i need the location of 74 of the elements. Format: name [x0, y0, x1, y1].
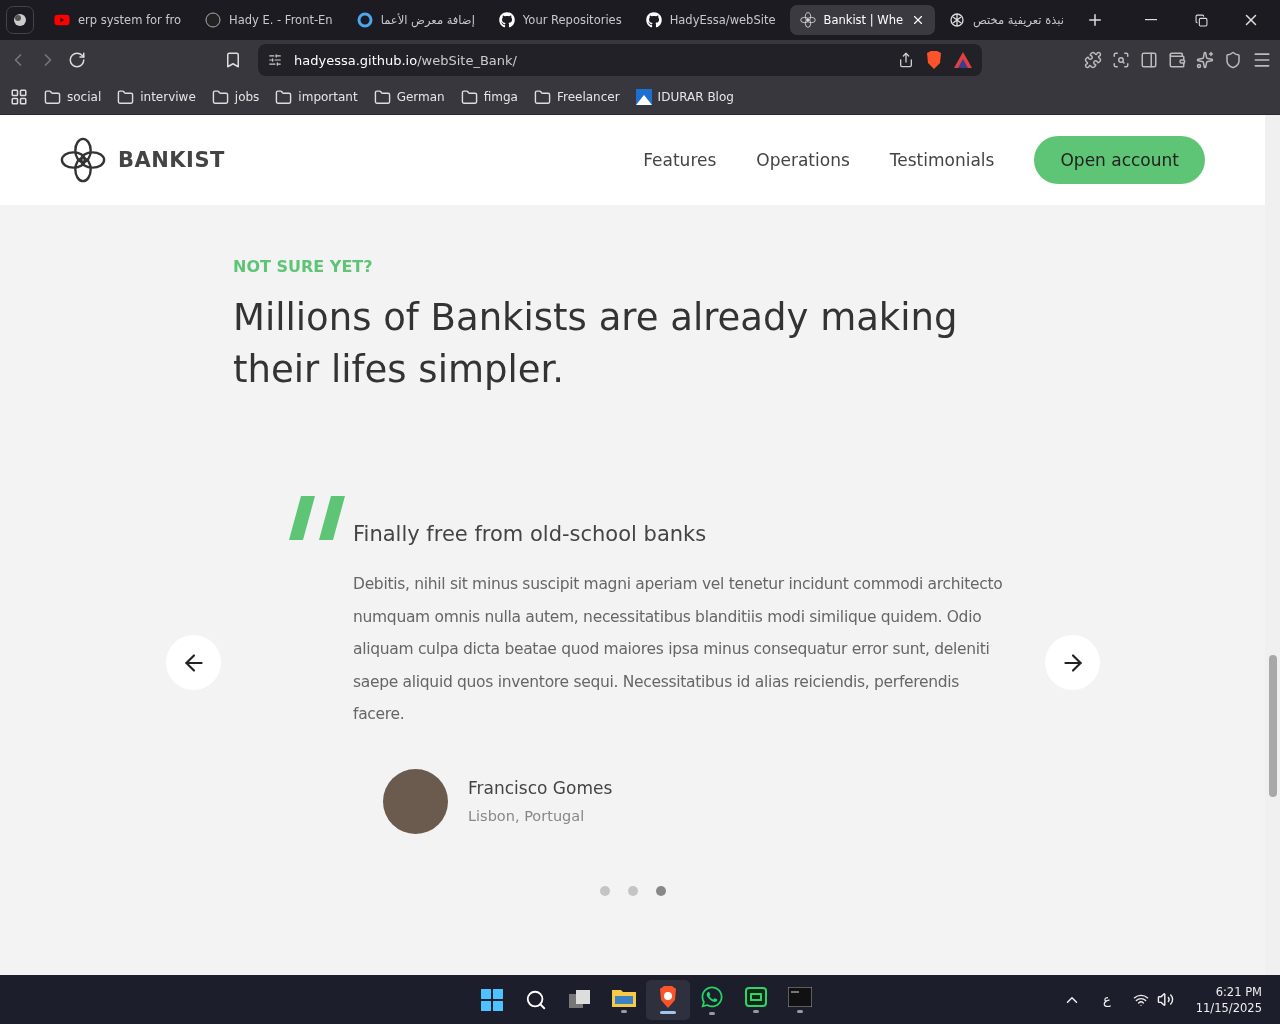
bookmark-item[interactable]: German — [373, 88, 445, 106]
volume-icon[interactable] — [1156, 991, 1174, 1008]
browser-tab[interactable]: Hady E. - Front-En — [195, 5, 343, 35]
browser-tab[interactable]: HadyEssa/webSite — [635, 5, 786, 35]
browser-tab[interactable]: erp system for fro — [44, 5, 192, 35]
close-icon[interactable] — [911, 13, 925, 27]
ring-icon — [356, 12, 373, 28]
profile-icon — [13, 13, 27, 27]
bookmark-item[interactable]: interviwe — [117, 88, 196, 106]
restore-icon — [1194, 13, 1208, 27]
bookmark-icon[interactable] — [224, 51, 242, 69]
video-play-icon — [54, 12, 70, 28]
testimonial-text: Debitis, nihil sit minus suscipit magni aperiam vel tenetur incidunt commodi architecto numquam omnis nulla autem, necessitatibus blanditiis modi similique quidem. Odio aliquam culpa dicta beatae quod maiores ipsa minus consequatur error sunt, deleniti saepe aliquid quos inventore sequi. Necessitatibus id alias reiciendis, perferendis facere. — [353, 574, 1003, 725]
section-heading: Millions of Bankists are already making their lifes simpler. — [233, 295, 959, 393]
folder-icon — [211, 88, 229, 106]
extensions-icon[interactable] — [1084, 51, 1102, 69]
language-indicator[interactable]: ع — [1102, 992, 1111, 1007]
reload-icon[interactable] — [68, 51, 86, 69]
bookmark-item[interactable]: important — [275, 88, 358, 106]
logo-text: BANKIST — [118, 148, 225, 172]
address-bar[interactable]: hadyessa.github.io/webSite_Bank/ — [258, 44, 982, 76]
chat-bubble-icon — [700, 984, 724, 1009]
octocat-icon — [498, 12, 515, 28]
bookmark-item[interactable]: IDURAR Blog — [635, 89, 734, 105]
apps-icon[interactable] — [10, 88, 28, 106]
page-search-icon[interactable] — [1112, 51, 1130, 69]
browser-tab[interactable]: إضافة معرض الأعما — [346, 5, 485, 35]
nav-link[interactable]: Testimonials — [889, 150, 995, 170]
wallet-icon[interactable] — [1168, 51, 1186, 69]
section-eyebrow: NOT SURE YET? — [233, 257, 374, 276]
slide-dot[interactable] — [600, 885, 610, 896]
bookmark-item[interactable]: fimga — [460, 88, 518, 106]
shield-icon[interactable] — [1224, 51, 1242, 69]
flower-logo-icon — [799, 12, 816, 28]
octocat-icon — [645, 12, 662, 28]
nav-link[interactable]: Features — [643, 150, 717, 170]
folder-icon — [275, 88, 293, 106]
folder-icon — [44, 88, 61, 106]
quote-mark-icon — [289, 496, 347, 542]
browser-tab[interactable]: نبذة تعريفية مختص — [939, 5, 1074, 35]
slide-dot[interactable] — [656, 885, 666, 896]
site-settings-icon[interactable] — [268, 53, 282, 67]
triangle-icon[interactable] — [954, 52, 972, 68]
folder-icon — [373, 88, 391, 106]
flower-logo-icon — [60, 137, 106, 183]
author-name: Francisco Gomes — [468, 778, 613, 798]
bookmark-item[interactable]: Freelancer — [533, 88, 620, 106]
taskbar-app[interactable] — [646, 979, 690, 1020]
minimize-icon — [1145, 19, 1157, 21]
browser-tab[interactable]: Bankist | Whe — [789, 5, 935, 35]
testimonial-title: Finally free from old-school banks — [353, 522, 708, 546]
terminal-icon — [788, 986, 812, 1007]
monitor-icon — [745, 986, 767, 1007]
folder-icon — [533, 88, 551, 106]
scrollbar-thumb[interactable] — [1268, 655, 1277, 797]
sparkle-icon[interactable] — [1196, 51, 1214, 69]
task-view-icon — [569, 989, 591, 1010]
bookmark-item[interactable]: social — [44, 88, 102, 106]
sidebar-icon[interactable] — [1140, 51, 1158, 69]
author-location: Lisbon, Portugal — [468, 808, 586, 824]
search-icon — [525, 988, 547, 1011]
folder-icon — [460, 88, 478, 106]
menu-icon[interactable] — [1252, 50, 1272, 70]
open-account-button[interactable]: Open account — [1034, 136, 1205, 184]
nav-link[interactable]: Operations — [756, 150, 850, 170]
folder-icon — [117, 88, 135, 106]
bookmark-item[interactable]: jobs — [211, 88, 260, 106]
windows-logo-icon — [481, 988, 503, 1011]
browser-tab[interactable]: Your Repositories — [488, 5, 632, 35]
profile-button[interactable] — [6, 6, 34, 34]
share-icon[interactable] — [898, 52, 914, 68]
mountain-icon — [635, 89, 652, 105]
slide-dot[interactable] — [628, 885, 638, 896]
clock[interactable]: 6:21 PM 11/15/2025 — [1195, 984, 1262, 1015]
